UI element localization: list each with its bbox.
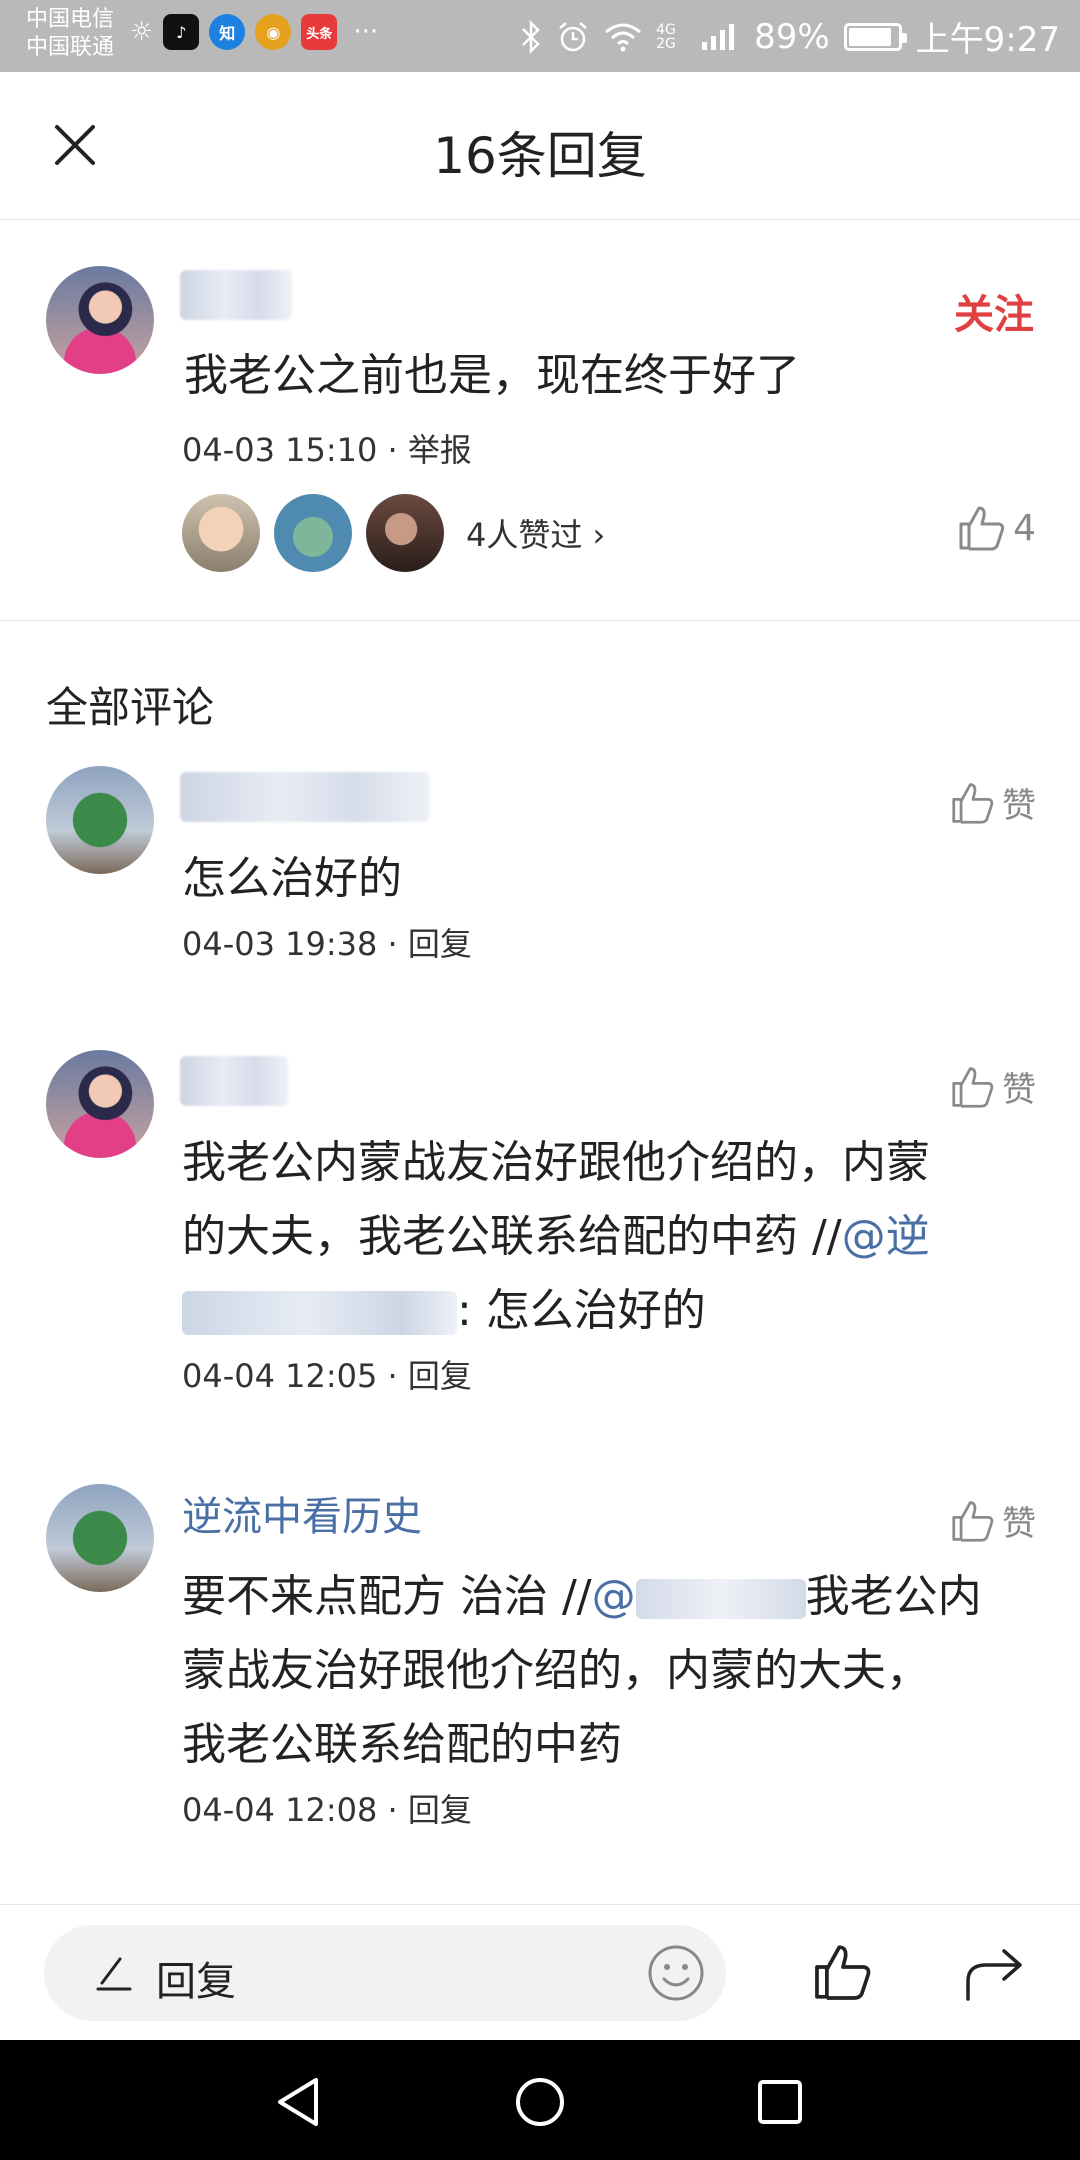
comment-line: : 怎么治好的 (182, 1274, 1022, 1348)
bluetooth-icon (522, 19, 540, 54)
comment-line: 蒙战友治好跟他介绍的，内蒙的大夫， (182, 1645, 930, 1696)
like-label: 赞 (1002, 1504, 1036, 1544)
section-title: 全部评论 (46, 683, 215, 732)
comment-text: 要不来点配方 治治 //@ 我老公内 蒙战友治好跟他介绍的，内蒙的大夫， 我老公联… (182, 1560, 1022, 1782)
sheet-title: 16条回复 (433, 127, 647, 185)
weibo-icon: ◉ (255, 14, 292, 50)
thumbs-up-icon (952, 1500, 994, 1542)
battery-percent: 89% (754, 16, 830, 57)
toutiao-icon: 头条 (301, 14, 338, 50)
mention-link[interactable]: @逆 (842, 1211, 930, 1262)
back-icon[interactable] (272, 2076, 324, 2128)
thumbs-up-icon (959, 506, 1005, 551)
comment-text-segment: : 怎么治好的 (457, 1285, 706, 1336)
comment-text-segment: 要不来点配方 治治 // (182, 1571, 592, 1622)
author-name-blurred[interactable] (180, 1056, 288, 1106)
alarm-icon (559, 21, 587, 51)
mention-link[interactable]: @ (592, 1571, 636, 1622)
sun-icon: ☼ (130, 17, 154, 47)
battery-icon (843, 22, 907, 51)
bottom-action-bar: 回复 (0, 1904, 1080, 2040)
avatar[interactable] (46, 766, 154, 874)
reply-placeholder: 回复 (156, 1959, 236, 2005)
post-meta[interactable]: 04-03 15:10 · 举报 (182, 430, 472, 470)
sheet-header: 16条回复 (0, 72, 1080, 220)
share-icon[interactable] (962, 1941, 1026, 2003)
carrier-1: 中国电信 (26, 7, 115, 32)
likers-row[interactable]: 4人赞过 › (182, 494, 605, 572)
pencil-icon (96, 1957, 132, 1991)
like-label: 赞 (1002, 786, 1036, 826)
divider (0, 620, 1080, 621)
likers-label: 4人赞过 › (466, 516, 606, 554)
zhihu-icon: 知 (209, 14, 246, 50)
like-label: 赞 (1002, 1070, 1036, 1110)
status-bar: 中国电信 中国联通 ☼ ♪ 知 ◉ 头条 ··· 4G 2G 89% 上午9:2… (0, 0, 1080, 72)
recents-icon[interactable] (756, 2078, 804, 2126)
liker-avatar (182, 494, 260, 572)
thumbs-up-icon (952, 1066, 994, 1108)
comment-line: 我老公内蒙战友治好跟他介绍的，内蒙 (182, 1137, 930, 1188)
comment-text: 怎么治好的 (182, 853, 402, 904)
comment-meta[interactable]: 04-03 19:38 · 回复 (182, 924, 472, 964)
like-icon[interactable] (812, 1941, 874, 2003)
notification-icons: ☼ ♪ 知 ◉ 头条 ··· (130, 14, 378, 50)
avatar[interactable] (46, 1484, 154, 1592)
mention-blurred[interactable] (182, 1291, 457, 1335)
comment-meta[interactable]: 04-04 12:05 · 回复 (182, 1356, 472, 1396)
avatar[interactable] (46, 266, 154, 374)
comment-line: 的大夫，我老公联系给配的中药 //@逆 (182, 1200, 1022, 1274)
navigation-bar (0, 2040, 1080, 2160)
more-notifications-icon: ··· (353, 17, 379, 47)
carrier-2: 中国联通 (26, 35, 115, 60)
post-like-count: 4 (1013, 507, 1036, 549)
like-button[interactable]: 赞 (950, 1062, 1036, 1111)
like-button[interactable]: 赞 (950, 1496, 1036, 1545)
comment-text: 我老公内蒙战友治好跟他介绍的，内蒙 的大夫，我老公联系给配的中药 //@逆 : … (182, 1126, 1022, 1348)
reply-input[interactable]: 回复 (44, 1925, 726, 2021)
author-name[interactable]: 逆流中看历史 (182, 1484, 422, 1542)
thumbs-up-icon (952, 782, 994, 824)
liker-avatar (274, 494, 352, 572)
post-like-button[interactable]: 4 (957, 504, 1036, 552)
douyin-icon: ♪ (163, 14, 200, 50)
replies-sheet: 16条回复 关注 我老公之前也是，现在终于好了 04-03 15:10 · 举报… (0, 72, 1080, 2040)
carrier-labels: 中国电信 中国联通 (26, 6, 114, 62)
author-name-blurred[interactable] (180, 772, 430, 822)
comment-line: 要不来点配方 治治 //@ 我老公内 (182, 1560, 1022, 1634)
signal-icon (702, 23, 735, 50)
comment-text-segment: 我老公内 (805, 1571, 982, 1622)
avatar[interactable] (46, 1050, 154, 1158)
network-type: 4G 2G (656, 21, 676, 52)
comment-meta[interactable]: 04-04 12:08 · 回复 (182, 1790, 472, 1830)
post-text: 我老公之前也是，现在终于好了 (184, 350, 800, 401)
wifi-icon (605, 23, 642, 51)
status-indicators: 4G 2G 89% 上午9:27 (520, 12, 1060, 61)
mention-blurred[interactable] (635, 1579, 806, 1619)
home-icon[interactable] (514, 2076, 566, 2128)
clock: 上午9:27 (915, 20, 1060, 60)
battery-fill (848, 27, 892, 46)
emoji-icon[interactable] (646, 1943, 706, 2003)
comment-text-segment: 的大夫，我老公联系给配的中药 // (182, 1211, 842, 1262)
like-button[interactable]: 赞 (950, 778, 1036, 827)
comment-line: 我老公联系给配的中药 (182, 1719, 622, 1770)
author-name-blurred[interactable] (180, 270, 292, 320)
liker-avatar (366, 494, 444, 572)
follow-button[interactable]: 关注 (954, 282, 1034, 340)
